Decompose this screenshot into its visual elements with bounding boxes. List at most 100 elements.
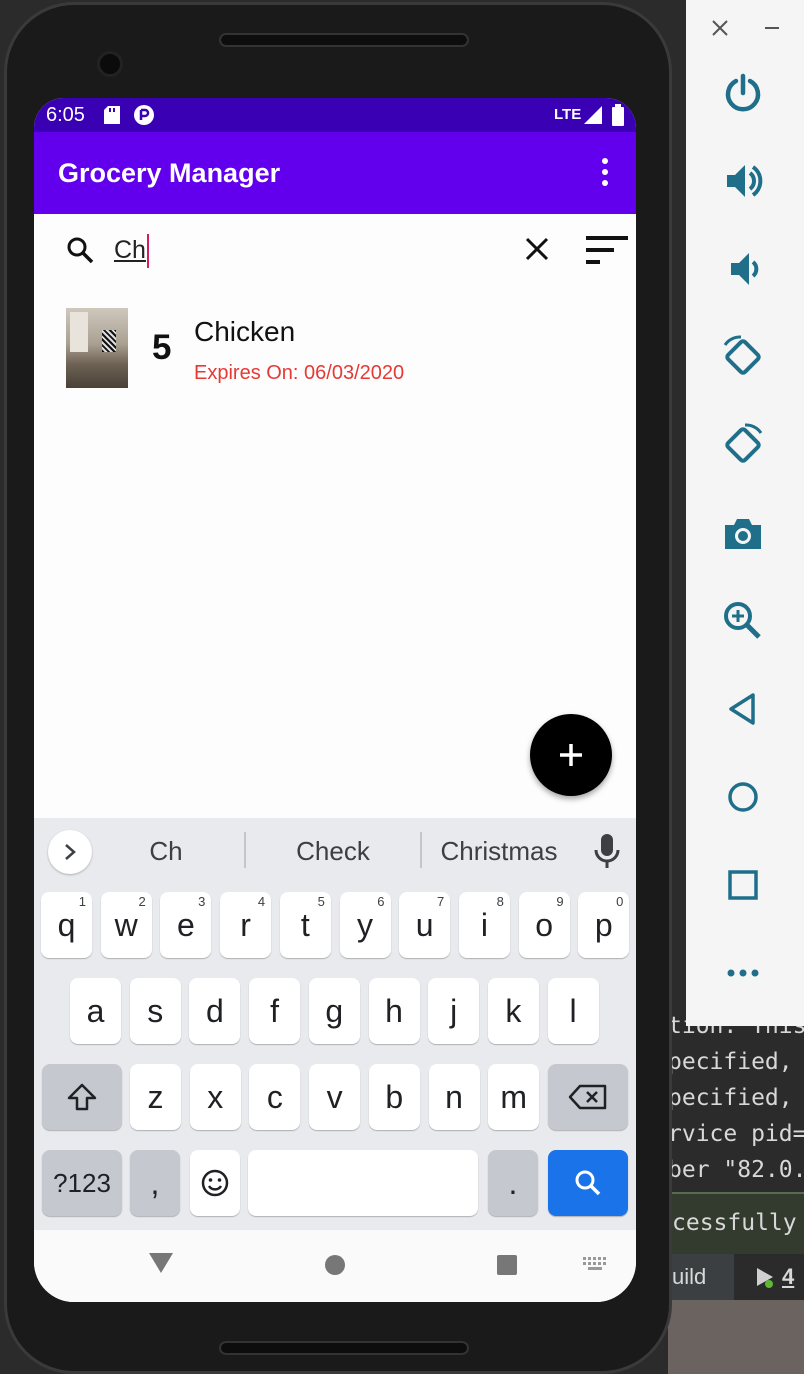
backspace-key[interactable] [548, 1064, 628, 1130]
back-icon [729, 693, 755, 725]
key-hint: 7 [436, 894, 445, 909]
microphone-icon[interactable] [592, 832, 622, 870]
suggestion-3[interactable]: Christmas [434, 836, 564, 867]
search-input[interactable] [114, 232, 494, 268]
key-label: f [270, 992, 280, 1029]
back-button[interactable] [710, 676, 776, 742]
key-j[interactable]: j [428, 978, 480, 1044]
power-button[interactable] [710, 60, 776, 126]
backspace-icon [568, 1084, 607, 1110]
key-r[interactable]: r4 [220, 892, 272, 958]
volume-up-icon [727, 165, 763, 197]
rotate-left-button[interactable] [710, 324, 776, 390]
key-t[interactable]: t5 [279, 892, 331, 958]
space-key[interactable] [248, 1150, 478, 1216]
keyboard-expand-button[interactable] [48, 830, 92, 874]
emoji-key[interactable] [190, 1150, 240, 1216]
rotate-right-button[interactable] [710, 412, 776, 478]
run-icon [757, 1268, 773, 1288]
symbols-key[interactable]: ?123 [42, 1150, 122, 1216]
list-item[interactable]: 5 Chicken Expires On: 06/03/2020 [34, 294, 636, 390]
key-k[interactable]: k [487, 978, 539, 1044]
key-label: d [205, 992, 224, 1029]
emoji-icon [201, 1169, 229, 1197]
search-key[interactable] [548, 1150, 628, 1216]
screenshot-button[interactable] [710, 500, 776, 566]
home-button[interactable] [710, 764, 776, 830]
phone-screen: 6:05 LTE Grocery Manager 5 Chicken Expir… [34, 98, 636, 1302]
keyboard-switch-icon[interactable] [582, 1256, 608, 1272]
desktop: tion. This pecified, pecified, rvice pid… [0, 0, 804, 1374]
key-label: e [176, 906, 195, 943]
key-b[interactable]: b [368, 1064, 420, 1130]
search-bar [34, 214, 636, 286]
key-p[interactable]: p0 [578, 892, 630, 958]
power-icon [725, 73, 761, 112]
earpiece [219, 33, 469, 47]
nav-recents-icon[interactable] [496, 1254, 518, 1276]
bottom-speaker [219, 1341, 469, 1355]
add-item-button[interactable] [530, 714, 612, 796]
signal-icon [584, 106, 602, 124]
key-label: o [535, 906, 553, 943]
key-u[interactable]: u7 [399, 892, 451, 958]
key-n[interactable]: n [428, 1064, 480, 1130]
key-a[interactable]: a [70, 978, 121, 1044]
key-g[interactable]: g [308, 978, 360, 1044]
key-c[interactable]: c [249, 1064, 301, 1130]
ide-tab-build[interactable]: uild [672, 1264, 706, 1290]
search-icon [67, 237, 94, 264]
key-h[interactable]: h [368, 978, 420, 1044]
overview-button[interactable] [710, 852, 776, 918]
key-l[interactable]: l [547, 978, 599, 1044]
sort-icon[interactable] [582, 232, 630, 268]
minimize-window-icon[interactable] [762, 18, 782, 38]
key-y[interactable]: y6 [339, 892, 391, 958]
key-label: b [385, 1078, 404, 1115]
key-hint: 1 [78, 894, 86, 909]
close-window-icon[interactable] [710, 18, 730, 38]
key-x[interactable]: x [189, 1064, 241, 1130]
key-label: u [415, 906, 434, 943]
volume-down-button[interactable] [710, 236, 776, 302]
key-label: a [86, 992, 105, 1029]
navigation-bar [34, 1230, 636, 1302]
key-hint: 5 [317, 894, 325, 909]
volume-up-button[interactable] [710, 148, 776, 214]
key-label: n [445, 1078, 463, 1115]
nav-back-icon[interactable] [148, 1252, 174, 1274]
zoom-button[interactable] [710, 588, 776, 654]
notification-app-icon [134, 105, 154, 125]
key-e[interactable]: e3 [160, 892, 212, 958]
key-f[interactable]: f [249, 978, 301, 1044]
key-label: r [240, 906, 251, 943]
key-label: m [500, 1078, 528, 1115]
nav-home-icon[interactable] [324, 1254, 346, 1276]
suggestion-2[interactable]: Check [274, 836, 392, 867]
key-s[interactable]: s [129, 978, 181, 1044]
battery-icon [612, 104, 624, 126]
more-button[interactable] [710, 940, 776, 1006]
item-expiry-date: Expires On: 06/03/2020 [194, 362, 405, 384]
front-camera [97, 51, 123, 77]
key-i[interactable]: i8 [458, 892, 510, 958]
suggestion-1[interactable]: Ch [126, 836, 206, 867]
key-label: y [357, 906, 373, 943]
chevron-right-icon [65, 844, 76, 860]
ide-run-tab[interactable]: 4 [734, 1254, 804, 1300]
period-key[interactable]: . [488, 1150, 538, 1216]
key-d[interactable]: d [189, 978, 241, 1044]
key-v[interactable]: v [309, 1064, 361, 1130]
key-m[interactable]: m [488, 1064, 540, 1130]
key-q[interactable]: q1 [41, 892, 92, 958]
close-icon[interactable] [522, 234, 552, 264]
more-vert-icon[interactable] [590, 152, 620, 192]
key-o[interactable]: o9 [518, 892, 570, 958]
key-z[interactable]: z [130, 1064, 181, 1130]
item-name: Chicken [194, 316, 296, 347]
key-w[interactable]: w2 [100, 892, 152, 958]
network-type: LTE [554, 106, 582, 123]
key-hint: 2 [138, 894, 146, 909]
comma-key[interactable]: , [130, 1150, 180, 1216]
shift-key[interactable] [42, 1064, 122, 1130]
